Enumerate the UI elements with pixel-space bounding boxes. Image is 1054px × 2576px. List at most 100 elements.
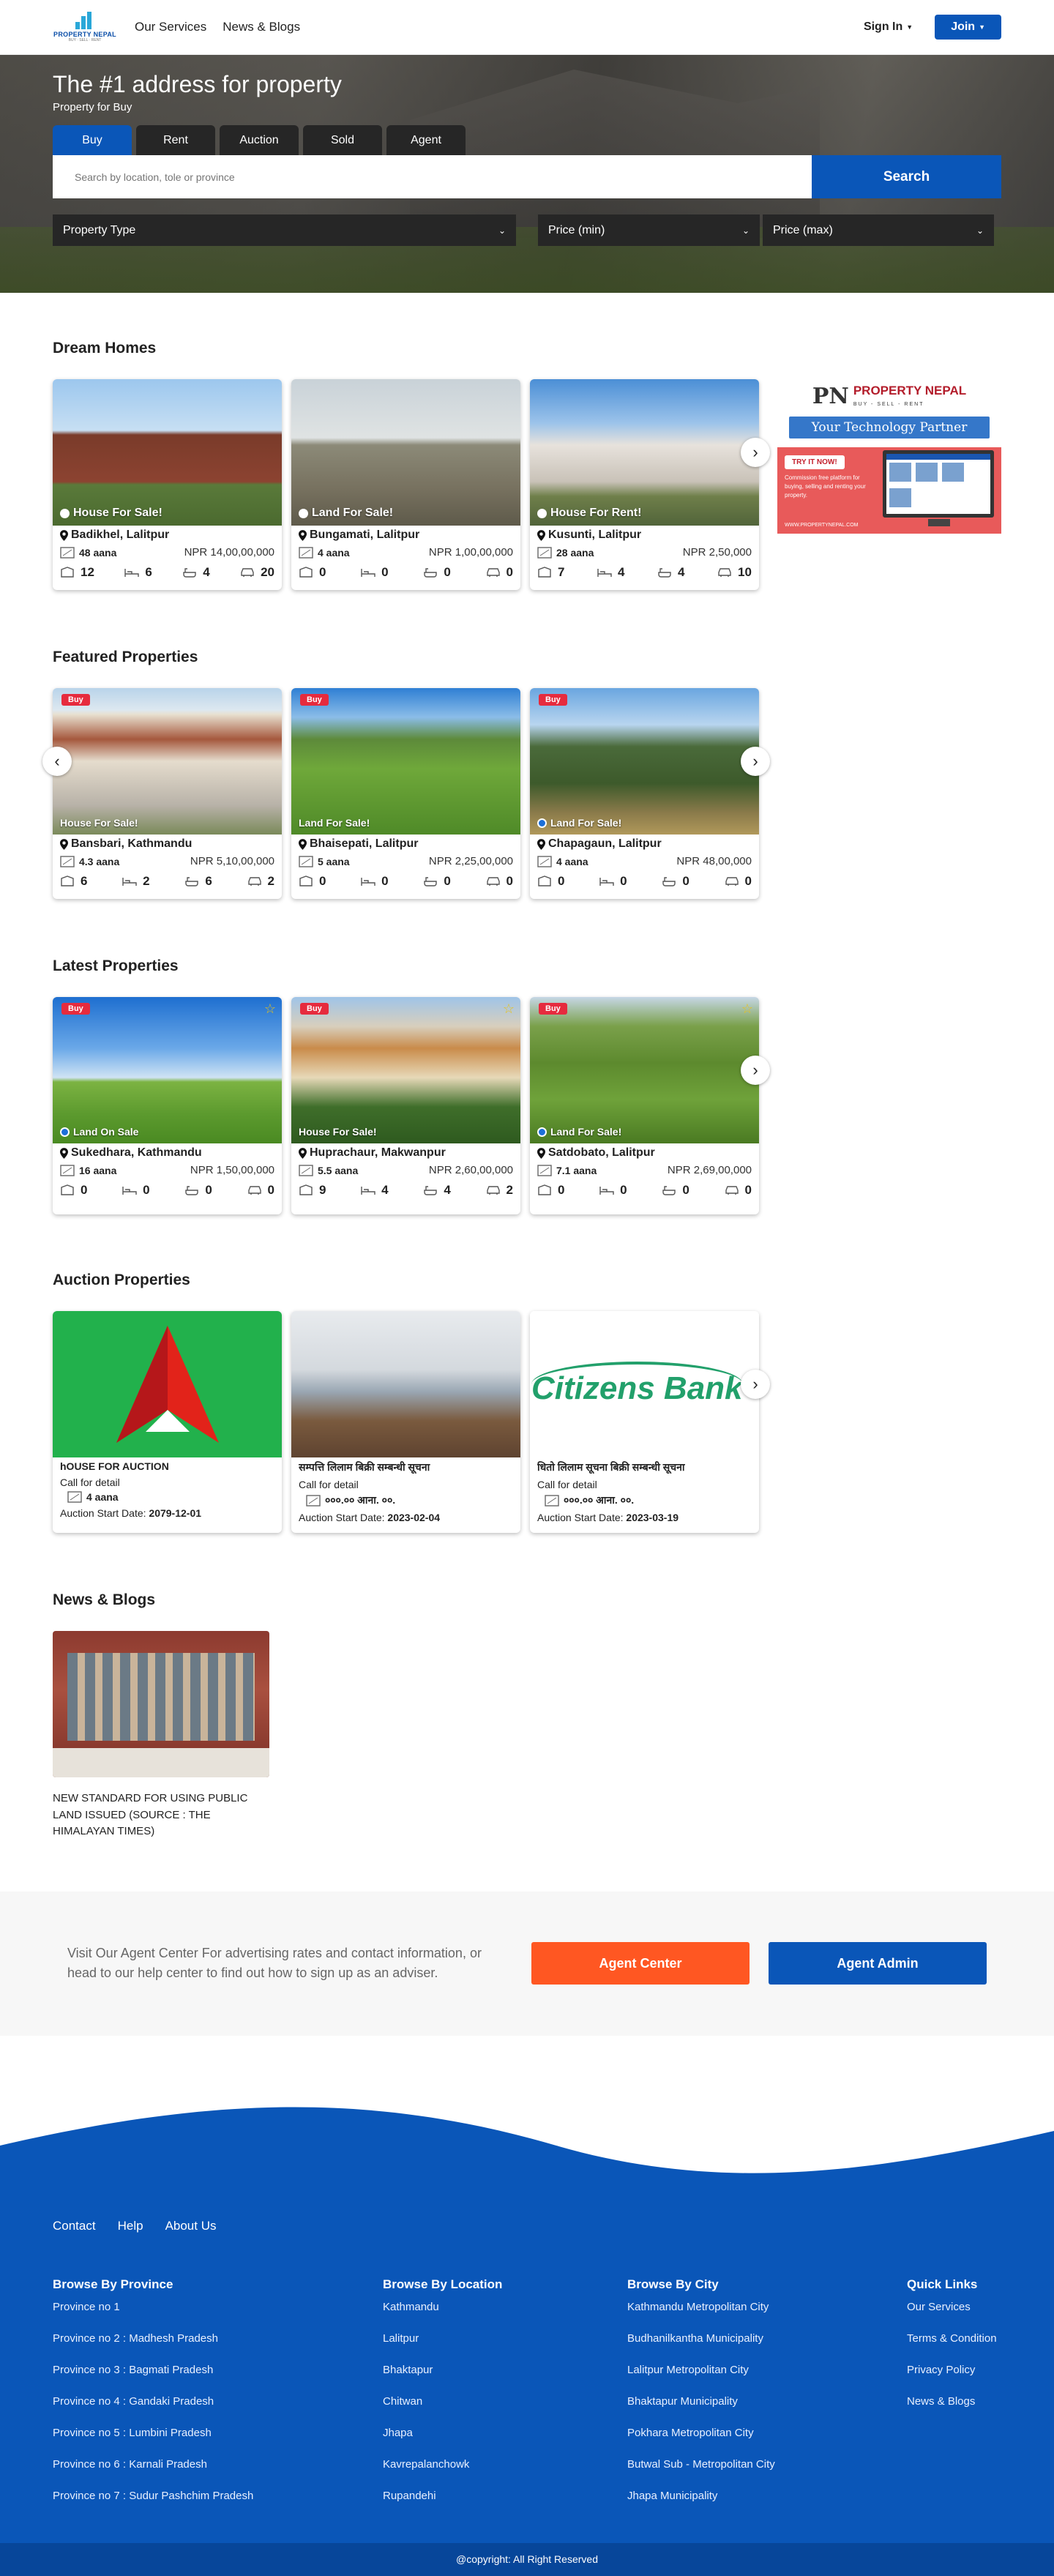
footer-link[interactable]: Province no 5 : Lumbini Pradesh [53,2427,383,2439]
agent-center-button[interactable]: Agent Center [531,1942,750,1985]
chevron-left-icon: ‹ [54,752,60,770]
carousel-next-button[interactable]: › [741,438,770,467]
property-area: 5 aana [299,856,350,867]
tab-buy[interactable]: Buy [53,125,132,155]
footer-link[interactable]: Province no 6 : Karnali Pradesh [53,2458,383,2471]
join-button[interactable]: Join ▼ [935,15,1001,40]
footer-link[interactable]: Bhaktapur Municipality [627,2395,907,2408]
favorite-star-icon[interactable]: ☆ [503,1001,515,1017]
auction-date-label: Auction Start Date: [537,1512,624,1523]
ad-brand-sub: BUY - SELL - RENT [853,402,924,407]
footer-link[interactable]: Terms & Condition [907,2332,997,2345]
property-card[interactable]: Buy Land For Sale! Chapagaun, Lalitpur 4… [530,688,759,899]
bath-icon [657,567,672,578]
carousel-prev-button[interactable]: ‹ [42,747,72,776]
area-icon [306,1494,321,1507]
footer-link[interactable]: Chitwan [383,2395,627,2408]
footer-link[interactable]: Butwal Sub - Metropolitan City [627,2458,907,2471]
property-type-select[interactable]: Property Type ⌄ [53,214,516,246]
footer-link-help[interactable]: Help [118,2219,143,2233]
footer-link[interactable]: Pokhara Metropolitan City [627,2427,907,2439]
footer-link[interactable]: Province no 3 : Bagmati Pradesh [53,2364,383,2376]
tab-agent[interactable]: Agent [386,125,466,155]
carousel-next-button[interactable]: › [741,747,770,776]
footer-link-about[interactable]: About Us [165,2219,217,2233]
auction-card[interactable]: Citizens Bank धितो लिलाम सूचना बिक्री सम… [530,1311,759,1533]
stat-baths: 4 [203,565,210,579]
advertisement-banner[interactable]: PN PROPERTY NEPAL BUY - SELL - RENT Your … [777,384,1001,534]
footer-link[interactable]: Lalitpur [383,2332,627,2345]
footer-link[interactable]: Lalitpur Metropolitan City [627,2364,907,2376]
property-price: NPR 2,60,00,000 [428,1164,513,1176]
carousel-next-button[interactable]: › [741,1370,770,1399]
nav-news-blogs[interactable]: News & Blogs [223,20,300,34]
footer-link[interactable]: Province no 7 : Sudur Pashchim Pradesh [53,2490,383,2502]
price-max-select[interactable]: Price (max) ⌄ [763,214,994,246]
carousel-next-button[interactable]: › [741,1056,770,1085]
search-input[interactable] [53,155,812,198]
stat-parking: 2 [267,874,274,888]
footer-link[interactable]: Province no 4 : Gandaki Pradesh [53,2395,383,2408]
footer-link[interactable]: Our Services [907,2301,997,2313]
tab-auction[interactable]: Auction [220,125,299,155]
signin-dropdown[interactable]: Sign In ▼ [864,20,913,34]
location-text: Badikhel, Lalitpur [71,529,170,541]
property-location: Bhaisepati, Lalitpur [299,837,513,851]
footer-link[interactable]: News & Blogs [907,2395,997,2408]
property-area: 28 aana [537,547,594,559]
footer-link[interactable]: Rupandehi [383,2490,627,2502]
property-label: House For Sale! [299,1126,377,1138]
footer-link[interactable]: Kathmandu Metropolitan City [627,2301,907,2313]
footer-link[interactable]: Province no 2 : Madhesh Pradesh [53,2332,383,2345]
nav-our-services[interactable]: Our Services [135,20,206,34]
tab-sold[interactable]: Sold [303,125,382,155]
auction-area: ०००.०० आना. ००. [299,1493,513,1507]
property-stats: 12 6 4 20 [60,565,274,580]
property-area: 7.1 aana [537,1165,597,1176]
footer-link[interactable]: Jhapa Municipality [627,2490,907,2502]
footer-link[interactable]: Budhanilkantha Municipality [627,2332,907,2345]
footer-link[interactable]: Kathmandu [383,2301,627,2313]
footer-link-contact[interactable]: Contact [53,2219,96,2233]
auction-card[interactable]: hOUSE FOR AUCTION Call for detail 4 aana… [53,1311,282,1533]
search-button[interactable]: Search [812,155,1001,198]
stat-floors: 12 [81,565,94,579]
tab-rent[interactable]: Rent [136,125,215,155]
news-card[interactable]: NEW STANDARD FOR USING PUBLIC LAND ISSUE… [53,1631,269,1840]
stat-baths: 6 [205,874,212,888]
price-min-select[interactable]: Price (min) ⌄ [538,214,760,246]
area-text: 5.5 aana [318,1164,359,1176]
footer-link[interactable]: Province no 1 [53,2301,383,2313]
favorite-star-icon[interactable]: ☆ [741,1001,753,1017]
property-location: Sukedhara, Kathmandu [60,1146,274,1160]
property-card[interactable]: Land For Sale! Bungamati, Lalitpur 4 aan… [291,379,520,590]
property-location: Chapagaun, Lalitpur [537,837,752,851]
property-stats: 9 4 4 2 [299,1183,513,1198]
property-label: Land For Sale! [537,1126,621,1138]
favorite-star-icon[interactable]: ☆ [264,1001,276,1017]
property-card[interactable]: House For Rent! Kusunti, Lalitpur 28 aan… [530,379,759,590]
agent-admin-button[interactable]: Agent Admin [769,1942,987,1985]
property-card[interactable]: Buy Land For Sale! Bhaisepati, Lalitpur … [291,688,520,899]
bed-icon [599,1184,614,1196]
ad-try-button[interactable]: TRY IT NOW! [785,455,845,469]
footer-link[interactable]: Privacy Policy [907,2364,997,2376]
property-card[interactable]: Buy House For Sale! Bansbari, Kathmandu … [53,688,282,899]
property-label: Land For Sale! [299,507,393,520]
auction-card[interactable]: सम्पत्ति लिलाम बिक्री सम्बन्धी सूचना Cal… [291,1311,520,1533]
property-card[interactable]: Buy ☆ Land For Sale! Satdobato, Lalitpur… [530,997,759,1214]
property-price: NPR 14,00,00,000 [184,546,274,559]
property-card[interactable]: Buy ☆ Land On Sale Sukedhara, Kathmandu … [53,997,282,1214]
property-card[interactable]: Buy ☆ House For Sale! Huprachaur, Makwan… [291,997,520,1214]
ad-monitor-image [883,450,994,518]
footer-link[interactable]: Kavrepalanchowk [383,2458,627,2471]
floor-icon [537,876,552,887]
footer-links: Contact Help About Us [53,2219,1001,2233]
footer-link[interactable]: Jhapa [383,2427,627,2439]
ad-logo: PN PROPERTY NEPAL BUY - SELL - RENT [777,384,1001,409]
site-logo[interactable]: PROPERTY NEPAL BUY · SELL · RENT [53,6,117,48]
auction-area-text: ०००.०० आना. ००. [325,1494,396,1506]
footer-link[interactable]: Bhaktapur [383,2364,627,2376]
property-card[interactable]: House For Sale! Badikhel, Lalitpur 48 aa… [53,379,282,590]
stat-baths: 0 [444,565,451,579]
